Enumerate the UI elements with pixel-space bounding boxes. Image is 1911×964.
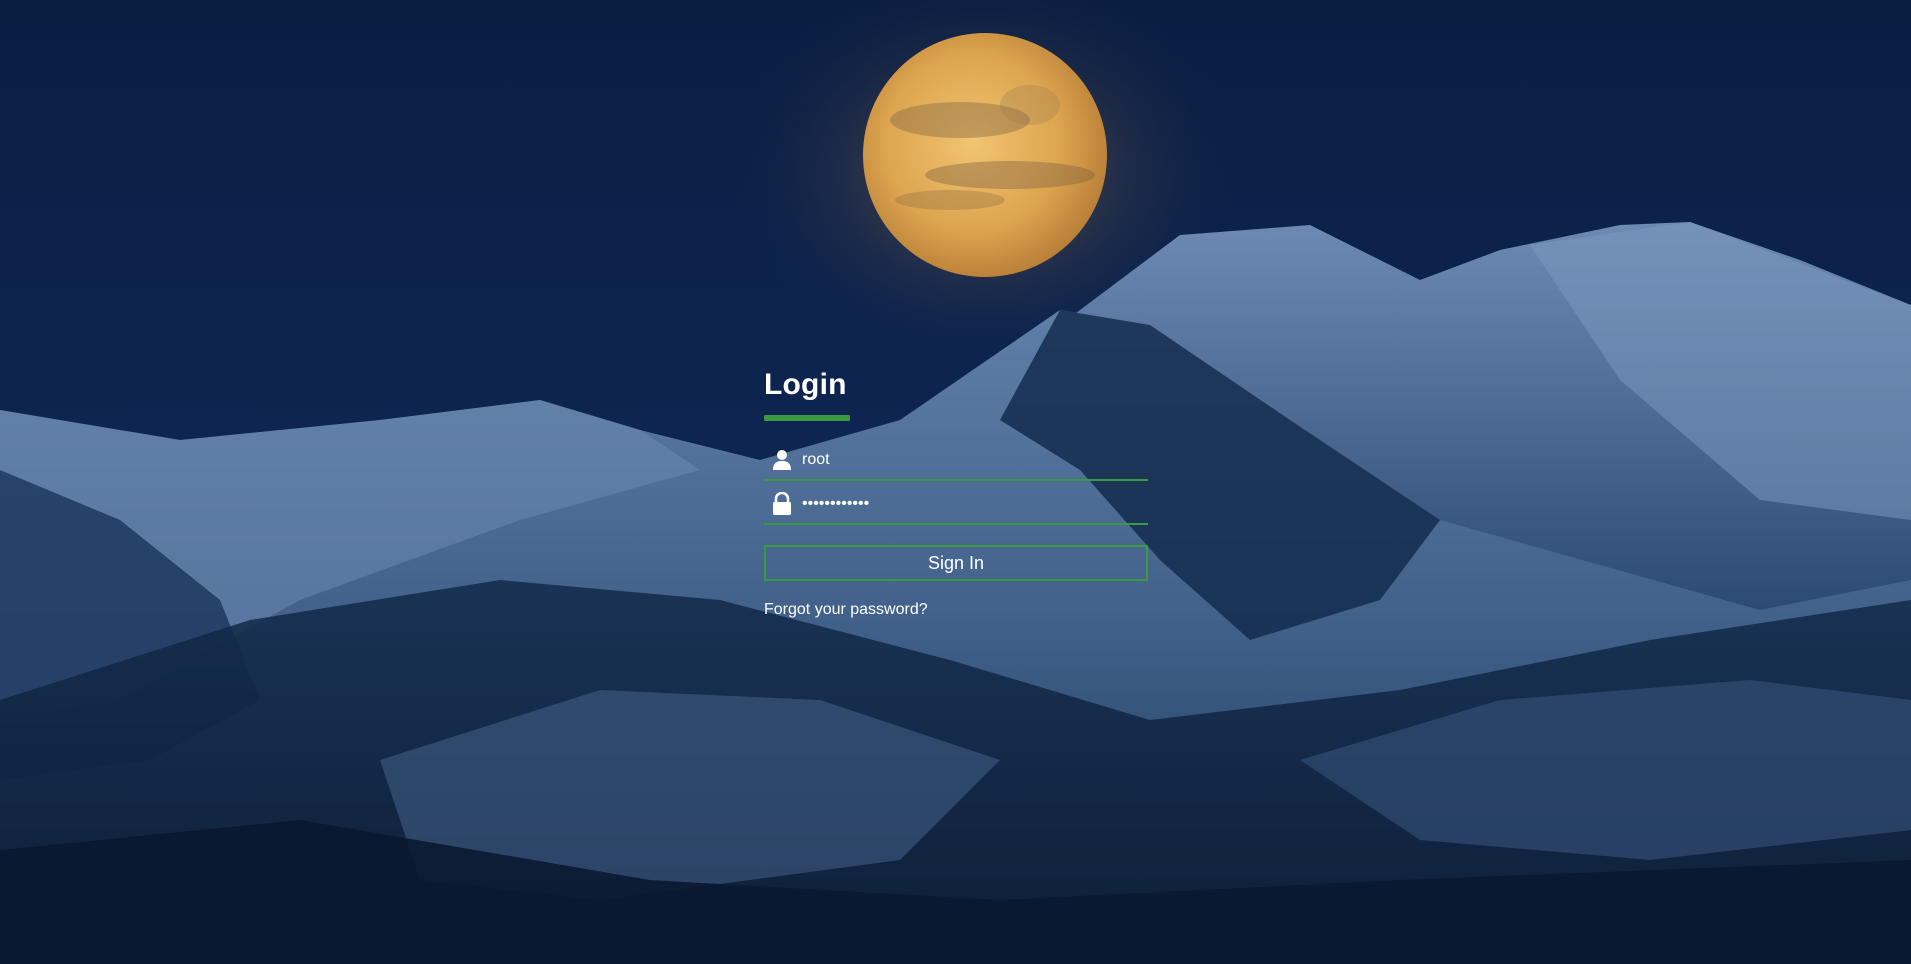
username-input[interactable] [802,444,1148,476]
password-input[interactable] [802,488,1148,520]
user-icon [770,448,794,472]
password-field[interactable] [764,485,1148,525]
forgot-password-link[interactable]: Forgot your password? [764,601,928,619]
sign-in-button[interactable]: Sign In [764,545,1148,581]
title-underline [764,415,850,421]
login-page: Login Sign In Forgot your password? [0,0,1911,964]
username-field[interactable] [764,441,1148,481]
login-title: Login [764,368,847,401]
moon-shape [863,33,1107,277]
login-form: Login Sign In Forgot your password? [764,365,1148,619]
lock-icon [770,492,794,516]
